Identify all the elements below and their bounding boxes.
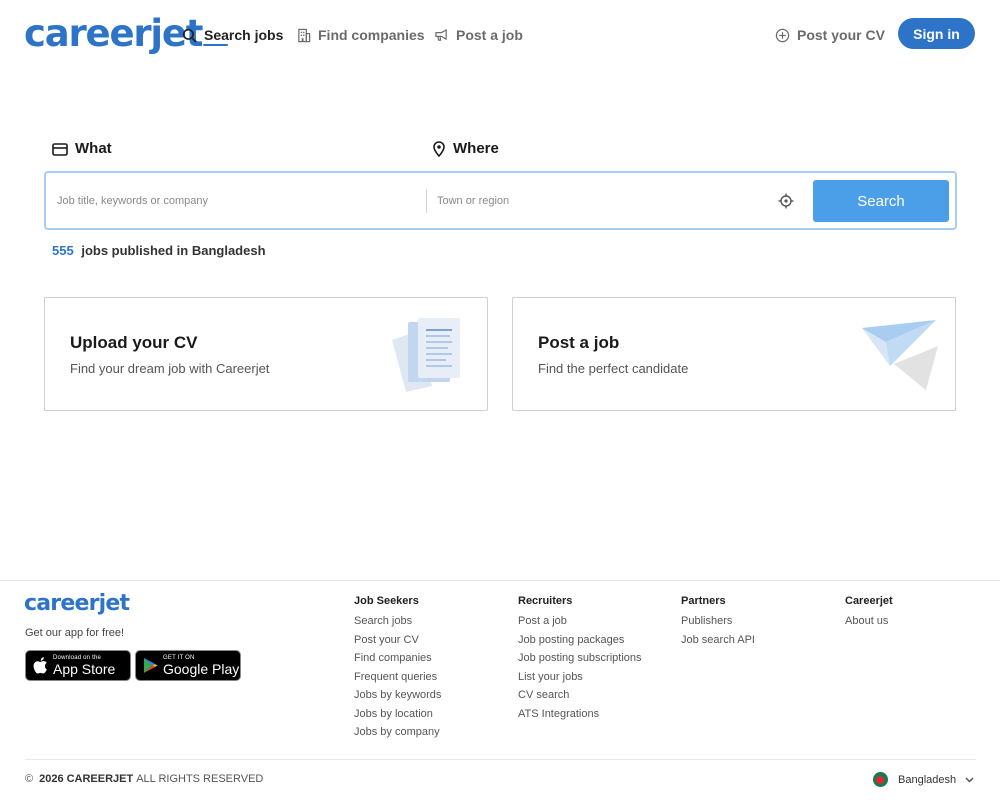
briefcase-icon (52, 142, 68, 156)
nav-find-companies[interactable]: Find companies (297, 24, 425, 46)
footer-link[interactable]: ATS Integrations (518, 707, 642, 726)
google-play-badge[interactable]: GET IT ON Google Play (135, 650, 241, 681)
what-label: What (52, 140, 112, 157)
sign-in-button[interactable]: Sign in (898, 18, 975, 49)
jobs-count-text: jobs published in Bangladesh (81, 243, 266, 258)
footer-column-careerjet: Careerjet About us (845, 594, 893, 633)
footer-link[interactable]: Job posting subscriptions (518, 651, 642, 670)
careerjet-logo[interactable]: careerjet (24, 12, 203, 56)
search-button[interactable]: Search (813, 180, 949, 222)
bangladesh-flag-icon (873, 772, 888, 787)
chevron-down-icon (965, 776, 974, 783)
footer-link[interactable]: Jobs by keywords (354, 688, 441, 707)
footer-link[interactable]: About us (845, 614, 893, 633)
nav-post-cv-label: Post your CV (797, 27, 885, 43)
locate-icon[interactable] (778, 193, 794, 209)
footer-link[interactable]: Frequent queries (354, 670, 441, 689)
search-divider (426, 189, 427, 213)
search-icon (182, 28, 197, 42)
megaphone-icon (435, 29, 447, 41)
footer-link[interactable]: Publishers (681, 614, 755, 633)
footer-link[interactable]: Search jobs (354, 614, 441, 633)
footer-divider (0, 580, 1000, 581)
footer-column-recruiters: Recruiters Post a job Job posting packag… (518, 594, 642, 725)
footer-bottom-divider (25, 759, 976, 760)
nav-find-companies-label: Find companies (318, 27, 425, 43)
active-nav-underline (203, 44, 228, 46)
copyright-rest: ALL RIGHTS RESERVED (136, 773, 264, 785)
card-title: Post a job (538, 333, 620, 352)
post-job-card[interactable]: Post a job Find the perfect candidate (512, 297, 956, 411)
footer-careerjet-logo[interactable]: careerjet (24, 590, 130, 618)
what-input[interactable] (57, 173, 417, 228)
footer-link[interactable]: Post your CV (354, 633, 441, 652)
app-promo-text: Get our app for free! (25, 627, 125, 639)
upload-cv-card[interactable]: Upload your CV Find your dream job with … (44, 297, 488, 411)
nav-search-jobs[interactable]: Search jobs (182, 24, 283, 46)
country-name: Bangladesh (898, 773, 957, 786)
site-header: careerjet Search jobs Find companies Pos… (0, 0, 1000, 68)
app-store-badge[interactable]: Download on the App Store (25, 650, 131, 681)
what-label-text: What (75, 140, 112, 157)
nav-search-jobs-label: Search jobs (204, 27, 284, 43)
google-play-icon (143, 658, 158, 673)
card-subtitle: Find your dream job with Careerjet (70, 361, 270, 376)
map-pin-icon (433, 140, 445, 157)
building-icon (298, 28, 311, 42)
footer-column-job-seekers: Job Seekers Search jobs Post your CV Fin… (354, 594, 441, 744)
where-label: Where (432, 140, 499, 157)
copyright-year: 2026 (39, 773, 64, 785)
footer-heading: Recruiters (518, 595, 573, 607)
country-selector[interactable]: Bangladesh (873, 772, 974, 787)
footer-link[interactable]: Post a job (518, 614, 642, 633)
footer-link[interactable]: CV search (518, 688, 642, 707)
nav-post-job[interactable]: Post a job (434, 24, 523, 46)
paper-plane-illustration-icon (862, 320, 938, 390)
copyright: © 2026 CAREERJET ALL RIGHTS RESERVED (25, 773, 263, 785)
where-input[interactable] (437, 173, 757, 228)
card-subtitle: Find the perfect candidate (538, 361, 689, 376)
search-box: Search (44, 171, 957, 230)
document-illustration-icon (392, 318, 460, 392)
app-store-big-text: App Store (53, 661, 116, 677)
apple-icon (33, 657, 47, 674)
footer-link[interactable]: Job search API (681, 633, 755, 652)
where-label-text: Where (453, 140, 499, 157)
footer-heading: Careerjet (845, 595, 893, 607)
footer-link[interactable]: Jobs by company (354, 725, 441, 744)
footer-link[interactable]: Jobs by location (354, 707, 441, 726)
plus-circle-icon (775, 28, 790, 42)
google-play-big-text: Google Play (163, 661, 240, 677)
footer-heading: Job Seekers (354, 595, 419, 607)
copyright-brand: CAREERJET (66, 773, 134, 785)
footer-link[interactable]: Job posting packages (518, 633, 642, 652)
jobs-count-number: 555 (52, 243, 74, 258)
nav-post-cv[interactable]: Post your CV (775, 24, 885, 46)
jobs-count: 555 jobs published in Bangladesh (52, 243, 266, 258)
card-title: Upload your CV (70, 333, 198, 352)
footer-column-partners: Partners Publishers Job search API (681, 594, 755, 651)
footer-link[interactable]: Find companies (354, 651, 441, 670)
copyright-symbol: © (25, 773, 34, 785)
nav-post-job-label: Post a job (456, 27, 523, 43)
footer-heading: Partners (681, 595, 726, 607)
footer-link[interactable]: List your jobs (518, 670, 642, 689)
